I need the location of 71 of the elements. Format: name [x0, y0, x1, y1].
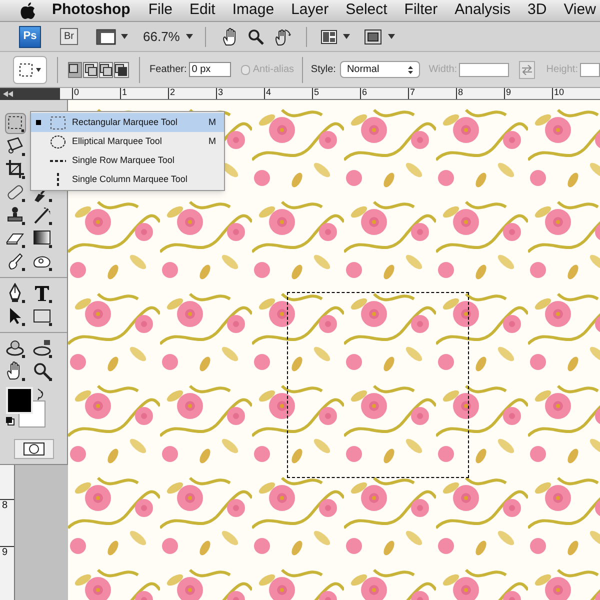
flyout-menu-item[interactable]: Elliptical Marquee Tool M	[31, 132, 224, 151]
selected-bullet-icon	[36, 120, 41, 125]
flyout-menu-item[interactable]: Single Column Marquee Tool	[31, 170, 224, 189]
ruler-number: 8	[456, 88, 504, 99]
up-down-caret-icon[interactable]	[408, 66, 413, 74]
ruler-number: 3	[216, 88, 264, 99]
ruler-number: 6	[360, 88, 408, 99]
ruler-number: 1	[120, 88, 168, 99]
gradient-icon[interactable]	[32, 228, 53, 249]
ps-logo[interactable]: Ps	[19, 26, 41, 48]
height-label: Height:	[546, 63, 578, 77]
ellipse-marquee-icon[interactable]	[50, 134, 66, 148]
rotate-hand-icon[interactable]	[274, 28, 292, 46]
shortcut-key: M	[208, 116, 216, 130]
ruler-number: 9	[0, 546, 14, 593]
type-icon[interactable]	[32, 283, 53, 304]
screen-mode-icon[interactable]	[364, 28, 382, 44]
ruler-number: 10	[552, 88, 600, 99]
feather-label: Feather:	[150, 63, 187, 77]
crop-icon[interactable]	[5, 159, 26, 180]
lasso-icon[interactable]	[5, 136, 26, 157]
style-label: Style:	[310, 63, 336, 77]
menu-item[interactable]: Analysis	[454, 0, 510, 22]
ruler-number: 5	[312, 88, 360, 99]
app-menu[interactable]: Photoshop	[52, 0, 130, 22]
swap-arrows-icon[interactable]	[521, 64, 534, 74]
feather-field[interactable]: 0 px	[188, 62, 231, 77]
flyout-menu-item[interactable]: Single Row Marquee Tool	[31, 151, 224, 170]
swap-button[interactable]	[519, 60, 536, 78]
width-label: Width:	[428, 63, 458, 77]
hand-icon[interactable]	[222, 28, 238, 46]
ruler-number: 9	[504, 88, 552, 99]
stamp-icon[interactable]	[5, 205, 26, 226]
menu-item[interactable]: Image	[232, 0, 274, 22]
marquee-icon[interactable]	[19, 62, 33, 76]
menu-item[interactable]: Layer	[291, 0, 329, 22]
ruler-number: 2	[168, 88, 216, 99]
search-icon[interactable]	[248, 28, 264, 44]
ruler-number: 4	[264, 88, 312, 99]
layout-icon[interactable]	[320, 30, 337, 44]
menu-item[interactable]: View	[564, 0, 596, 22]
orbit-camera-icon[interactable]	[32, 338, 53, 359]
anti-alias-label: Anti-alias	[252, 63, 294, 77]
menu-item[interactable]: Select	[346, 0, 388, 22]
marquee-icon[interactable]	[5, 113, 26, 134]
caret-icon[interactable]	[36, 68, 41, 72]
menu-item[interactable]: 3D	[528, 0, 547, 22]
menu-item[interactable]: Filter	[404, 0, 438, 22]
ruler-number: 0	[72, 88, 120, 99]
apple-logo-icon[interactable]	[20, 2, 36, 20]
width-field[interactable]	[459, 62, 510, 76]
caret-icon[interactable]	[121, 34, 128, 39]
caret-icon[interactable]	[388, 34, 395, 39]
ruler-number: 7	[408, 88, 456, 99]
collapse-icon[interactable]	[3, 91, 13, 97]
ruler-number: 8	[0, 499, 14, 546]
menu-item[interactable]: Edit	[190, 0, 216, 22]
caret-icon[interactable]	[186, 34, 193, 39]
flyout-menu-item[interactable]: Rectangular Marquee Tool M	[31, 113, 224, 132]
height-field[interactable]	[580, 62, 600, 76]
orbit-icon[interactable]	[5, 338, 26, 359]
hand-icon[interactable]	[5, 361, 26, 382]
zoom-level[interactable]: 66.7%	[143, 26, 180, 46]
bridge-button[interactable]: Br	[60, 28, 78, 45]
tool-preset-picker[interactable]	[13, 56, 47, 84]
search-icon[interactable]	[32, 361, 53, 382]
quick-mask-icon[interactable]	[14, 439, 54, 459]
menu-item[interactable]: File	[148, 0, 172, 22]
caret-icon[interactable]	[342, 34, 350, 39]
style-dropdown[interactable]: Normal	[340, 61, 420, 78]
shortcut-key: M	[208, 134, 216, 148]
